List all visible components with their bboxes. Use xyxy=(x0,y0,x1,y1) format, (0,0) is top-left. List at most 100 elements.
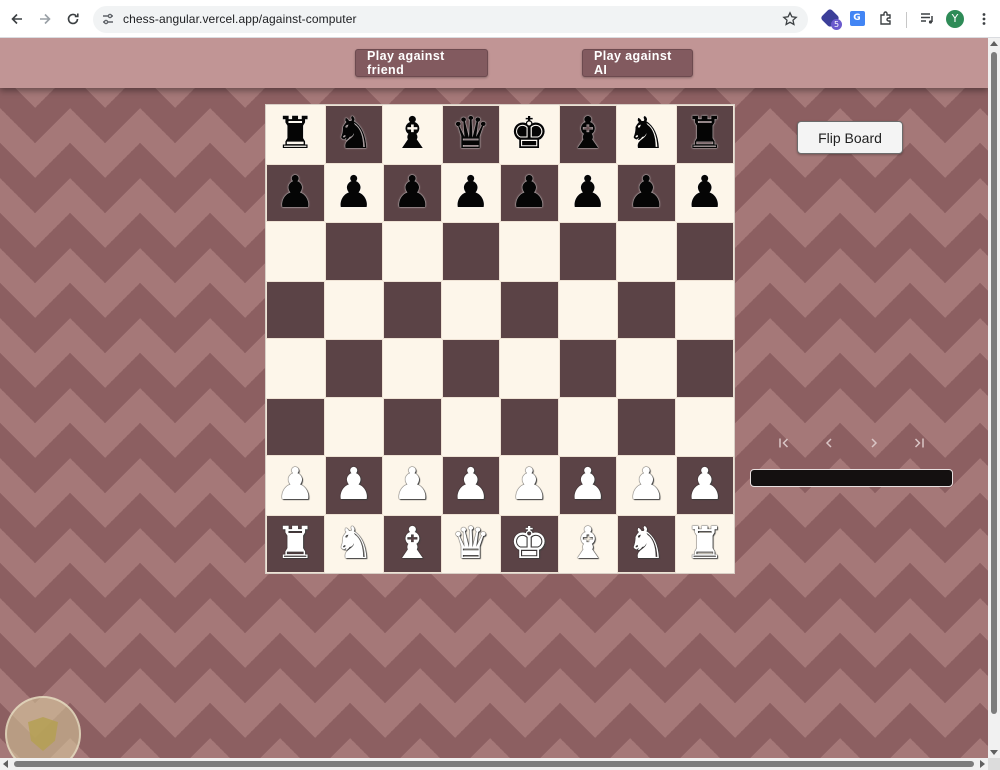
scroll-up-icon[interactable] xyxy=(990,41,998,46)
profile-avatar[interactable]: Y xyxy=(946,10,964,28)
square-f1[interactable]: ♝ xyxy=(558,514,617,573)
more-menu-icon[interactable] xyxy=(972,7,996,31)
square-g4[interactable] xyxy=(617,339,676,398)
black-knight-piece[interactable]: ♞ xyxy=(627,112,666,156)
square-d2[interactable]: ♟ xyxy=(441,456,500,515)
white-pawn-piece[interactable]: ♟ xyxy=(510,463,549,507)
square-a7[interactable]: ♟ xyxy=(266,163,325,222)
first-move-icon[interactable] xyxy=(773,434,795,452)
square-d7[interactable]: ♟ xyxy=(441,163,500,222)
scroll-down-icon[interactable] xyxy=(990,750,998,755)
black-pawn-piece[interactable]: ♟ xyxy=(685,170,724,215)
black-pawn-piece[interactable]: ♟ xyxy=(451,170,490,215)
square-b1[interactable]: ♞ xyxy=(324,514,383,573)
reload-icon[interactable] xyxy=(61,7,85,31)
site-settings-icon[interactable] xyxy=(101,12,115,26)
square-c8[interactable]: ♝ xyxy=(383,105,442,164)
black-bishop-piece[interactable]: ♝ xyxy=(393,112,432,156)
black-pawn-piece[interactable]: ♟ xyxy=(276,170,315,215)
white-pawn-piece[interactable]: ♟ xyxy=(276,463,315,507)
play-against-friend-button[interactable]: Play against friend xyxy=(355,49,488,77)
square-d1[interactable]: ♛ xyxy=(441,514,500,573)
next-move-icon[interactable] xyxy=(863,434,885,452)
white-king-piece[interactable]: ♚ xyxy=(510,521,549,566)
square-c3[interactable] xyxy=(383,397,442,456)
square-b7[interactable]: ♟ xyxy=(324,163,383,222)
square-a6[interactable] xyxy=(266,222,325,281)
square-g7[interactable]: ♟ xyxy=(617,163,676,222)
square-e5[interactable] xyxy=(500,280,559,339)
black-king-piece[interactable]: ♚ xyxy=(510,112,549,156)
black-pawn-piece[interactable]: ♟ xyxy=(393,170,432,215)
white-rook-piece[interactable]: ♜ xyxy=(276,521,315,566)
square-h7[interactable]: ♟ xyxy=(675,163,734,222)
horizontal-scrollbar[interactable] xyxy=(0,758,988,770)
scroll-left-icon[interactable] xyxy=(3,760,8,768)
square-h2[interactable]: ♟ xyxy=(675,456,734,515)
square-h8[interactable]: ♜ xyxy=(675,105,734,164)
square-e4[interactable] xyxy=(500,339,559,398)
square-c5[interactable] xyxy=(383,280,442,339)
square-e6[interactable] xyxy=(500,222,559,281)
white-pawn-piece[interactable]: ♟ xyxy=(334,463,373,507)
square-d4[interactable] xyxy=(441,339,500,398)
square-c2[interactable]: ♟ xyxy=(383,456,442,515)
horizontal-scroll-thumb[interactable] xyxy=(14,761,974,767)
square-e7[interactable]: ♟ xyxy=(500,163,559,222)
black-rook-piece[interactable]: ♜ xyxy=(276,112,315,156)
square-b8[interactable]: ♞ xyxy=(324,105,383,164)
vertical-scrollbar[interactable] xyxy=(988,38,1000,758)
square-f3[interactable] xyxy=(558,397,617,456)
extensions-puzzle-icon[interactable] xyxy=(876,8,896,28)
black-rook-piece[interactable]: ♜ xyxy=(685,112,724,156)
forward-icon[interactable] xyxy=(33,7,57,31)
play-against-ai-button[interactable]: Play against AI xyxy=(582,49,693,77)
black-queen-piece[interactable]: ♛ xyxy=(451,112,490,156)
square-b2[interactable]: ♟ xyxy=(324,456,383,515)
bookmark-star-icon[interactable] xyxy=(782,11,798,27)
square-c4[interactable] xyxy=(383,339,442,398)
white-knight-piece[interactable]: ♞ xyxy=(334,521,373,566)
black-knight-piece[interactable]: ♞ xyxy=(334,112,373,156)
flip-board-button[interactable]: Flip Board xyxy=(797,121,903,154)
square-c7[interactable]: ♟ xyxy=(383,163,442,222)
black-pawn-piece[interactable]: ♟ xyxy=(510,170,549,215)
white-knight-piece[interactable]: ♞ xyxy=(627,521,666,566)
square-e3[interactable] xyxy=(500,397,559,456)
square-f8[interactable]: ♝ xyxy=(558,105,617,164)
square-d8[interactable]: ♛ xyxy=(441,105,500,164)
move-history-box[interactable] xyxy=(750,469,953,487)
square-b4[interactable] xyxy=(324,339,383,398)
square-g1[interactable]: ♞ xyxy=(617,514,676,573)
white-pawn-piece[interactable]: ♟ xyxy=(568,463,607,507)
square-g3[interactable] xyxy=(617,397,676,456)
address-bar[interactable]: chess-angular.vercel.app/against-compute… xyxy=(93,6,808,33)
white-pawn-piece[interactable]: ♟ xyxy=(627,463,666,507)
url-text[interactable]: chess-angular.vercel.app/against-compute… xyxy=(123,12,357,26)
square-d5[interactable] xyxy=(441,280,500,339)
white-pawn-piece[interactable]: ♟ xyxy=(451,463,490,507)
white-rook-piece[interactable]: ♜ xyxy=(685,521,724,566)
square-a2[interactable]: ♟ xyxy=(266,456,325,515)
square-c6[interactable] xyxy=(383,222,442,281)
square-b6[interactable] xyxy=(324,222,383,281)
back-icon[interactable] xyxy=(5,7,29,31)
black-pawn-piece[interactable]: ♟ xyxy=(627,170,666,215)
square-f4[interactable] xyxy=(558,339,617,398)
square-f6[interactable] xyxy=(558,222,617,281)
square-g8[interactable]: ♞ xyxy=(617,105,676,164)
square-h6[interactable] xyxy=(675,222,734,281)
square-h3[interactable] xyxy=(675,397,734,456)
square-b3[interactable] xyxy=(324,397,383,456)
square-g2[interactable]: ♟ xyxy=(617,456,676,515)
square-f7[interactable]: ♟ xyxy=(558,163,617,222)
square-h5[interactable] xyxy=(675,280,734,339)
extension-icon[interactable]: 5 xyxy=(820,8,842,30)
white-bishop-piece[interactable]: ♝ xyxy=(568,521,607,566)
square-a1[interactable]: ♜ xyxy=(266,514,325,573)
black-pawn-piece[interactable]: ♟ xyxy=(334,170,373,215)
white-queen-piece[interactable]: ♛ xyxy=(451,521,490,566)
previous-move-icon[interactable] xyxy=(818,434,840,452)
square-a5[interactable] xyxy=(266,280,325,339)
white-bishop-piece[interactable]: ♝ xyxy=(393,521,432,566)
